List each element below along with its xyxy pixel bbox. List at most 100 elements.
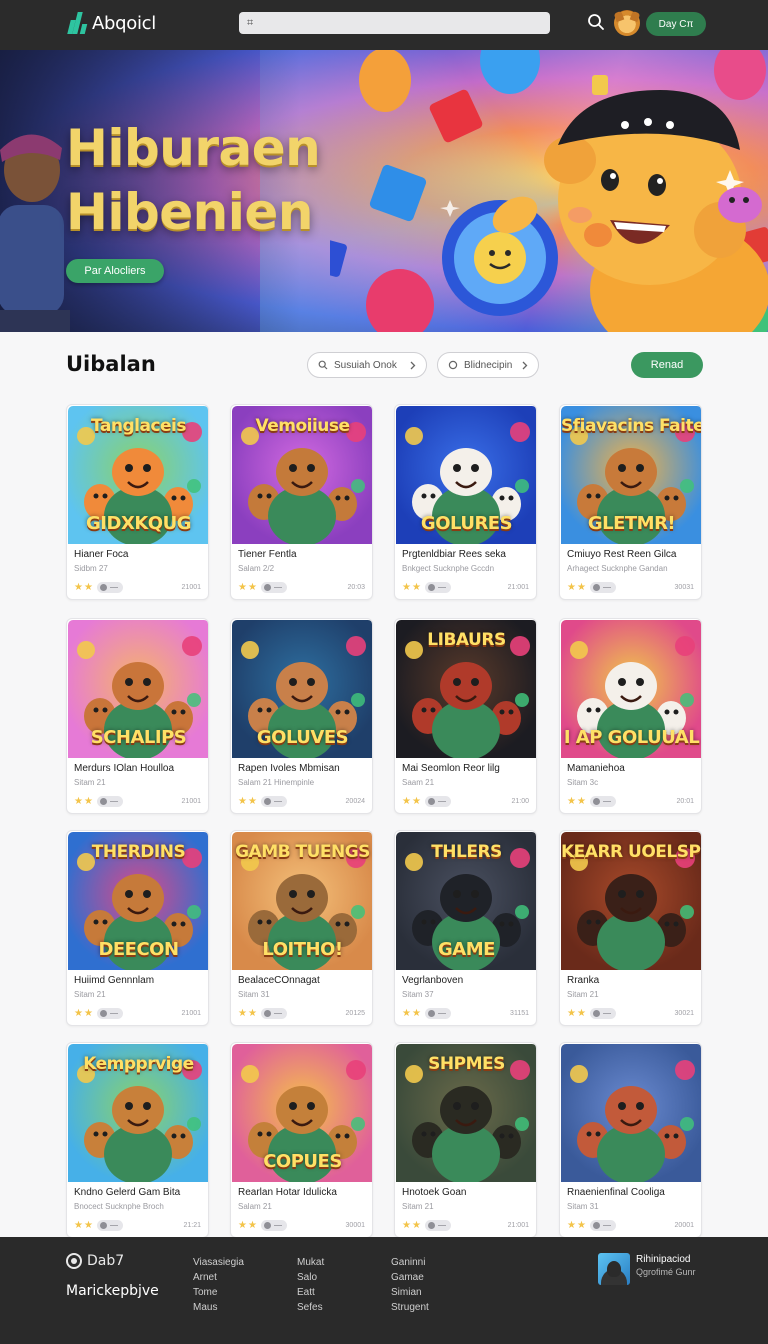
game-card-count: 21001 (181, 798, 201, 805)
game-thumbnail[interactable]: Tanglaceis GIDXKQUG (68, 406, 208, 544)
header-cta-button[interactable]: Day Cπ (646, 12, 706, 36)
game-card[interactable]: LIBAURS Mai Seomlon Reor lilg Saam 21 ★ ★ 21:… (394, 618, 537, 814)
star-icon: ★ (411, 581, 421, 593)
game-art-illustration (570, 1060, 695, 1182)
game-art-title: SHPMES (428, 1054, 505, 1074)
footer-user-avatar (598, 1253, 630, 1285)
game-art-title: LIBAURS (427, 630, 506, 650)
section-title: Uibalan (66, 352, 156, 376)
game-art-title: KEARR UOELSPRH (561, 842, 701, 862)
game-thumbnail[interactable]: KEARR UOELSPRH (561, 832, 701, 970)
game-card[interactable]: GOLURES Prgtenldbiar Rees seka Bnkgect Suc… (394, 404, 537, 600)
game-card[interactable]: THLERS GAME Vegrlanboven Sitam 37 ★ ★ 31151 (394, 830, 537, 1026)
game-card[interactable]: Tanglaceis GIDXKQUG Hianer Foca Sidbm 27 ★ ★ 2… (66, 404, 209, 600)
section-action-button[interactable]: Renad (631, 352, 703, 378)
footer-user[interactable]: Rihinipaciod Qgrofimé Gunr (598, 1253, 696, 1285)
game-card[interactable]: Rnaenienfinal Cooliga Sitam 31 ★ ★ 20001 (559, 1042, 702, 1238)
game-card[interactable]: SHPMES Hnotoek Goan Sitam 21 ★ ★ 21:001 (394, 1042, 537, 1238)
search-input[interactable] (247, 17, 542, 29)
toggle-pill[interactable] (589, 582, 616, 593)
footer-link[interactable]: Strugent (391, 1300, 429, 1315)
footer-link[interactable]: Arnet (193, 1270, 244, 1285)
brand-logo[interactable]: Abqoicl (67, 8, 156, 38)
game-card[interactable]: THERDINS DEECON Huiimd Gennnlam Sitam 21 ★ ★ 2… (66, 830, 209, 1026)
game-thumbnail[interactable]: THLERS GAME (396, 832, 536, 970)
toggle-pill[interactable] (589, 796, 616, 807)
footer-link[interactable]: Mukat (297, 1255, 324, 1270)
filter-category-pill[interactable]: Blidnecipin (437, 352, 539, 378)
game-art-logo: LOITHO! (262, 939, 343, 960)
search-icon[interactable] (587, 13, 605, 31)
footer-link[interactable]: Maus (193, 1300, 244, 1315)
game-thumbnail[interactable]: Vemoiiuse (232, 406, 372, 544)
game-card-title: Rearlan Hotar Idulicka (238, 1187, 337, 1198)
footer-link[interactable]: Sefes (297, 1300, 324, 1315)
game-thumbnail[interactable]: GOLUVES (232, 620, 372, 758)
toggle-pill[interactable] (589, 1008, 616, 1019)
toggle-pill[interactable] (96, 1008, 123, 1019)
game-art-title: Kempprvige (83, 1054, 194, 1074)
toggle-pill[interactable] (424, 1220, 451, 1231)
footer-link[interactable]: Simian (391, 1285, 429, 1300)
star-icon: ★ (247, 795, 257, 807)
toggle-pill[interactable] (260, 1008, 287, 1019)
star-icon: ★ (74, 795, 83, 807)
game-card-title: Rnaenienfinal Cooliga (567, 1187, 665, 1198)
toggle-pill[interactable] (260, 1220, 287, 1231)
game-thumbnail[interactable]: GAMB TUENGS LOITHO! (232, 832, 372, 970)
game-card[interactable]: COPUES Rearlan Hotar Idulicka Salam 21 ★ ★ 30… (230, 1042, 373, 1238)
toggle-pill[interactable] (424, 796, 451, 807)
footer-link[interactable]: Gamae (391, 1270, 429, 1285)
star-icon: ★ (247, 1007, 257, 1019)
hero-cta-button[interactable]: Par Alocliers (66, 259, 164, 283)
game-card[interactable]: GOLUVES Rapen Ivoles Mbmisan Salam 21 Hine… (230, 618, 373, 814)
toggle-pill[interactable] (96, 1220, 123, 1231)
game-card[interactable]: I AP GOLUUAL Mamaniehoa Sitam 3c ★ ★ 20:01 (559, 618, 702, 814)
game-card-title: Huiimd Gennnlam (74, 975, 155, 986)
game-card-title: Mai Seomlon Reor lilg (402, 763, 500, 774)
footer-link[interactable]: Viasasiegia (193, 1255, 244, 1270)
game-thumbnail[interactable]: THERDINS DEECON (68, 832, 208, 970)
game-thumbnail[interactable]: COPUES (232, 1044, 372, 1182)
star-icon: ★ (247, 581, 257, 593)
footer-link[interactable]: Salo (297, 1270, 324, 1285)
game-card-subtitle: Bnkgect Sucknphe Gccdn (402, 564, 495, 573)
game-card[interactable]: Sfiavacins Faiteris GLETMR! Cmiuyo Rest Re… (559, 404, 702, 600)
game-card-count: 20024 (345, 798, 365, 805)
toggle-pill[interactable] (260, 796, 287, 807)
game-card-rating: ★ ★ (402, 582, 451, 593)
game-thumbnail[interactable]: GOLURES (396, 406, 536, 544)
game-thumbnail[interactable]: SHPMES (396, 1044, 536, 1182)
filter-search-pill[interactable]: Susuiah Onok (307, 352, 427, 378)
game-thumbnail[interactable]: LIBAURS (396, 620, 536, 758)
game-art-logo: GIDXKQUG (86, 513, 191, 534)
footer-link[interactable]: Ganinni (391, 1255, 429, 1270)
game-card[interactable]: Kempprvige Kndno Gelerd Gam Bita Bnocect S… (66, 1042, 209, 1238)
game-thumbnail[interactable]: I AP GOLUUAL (561, 620, 701, 758)
footer-link[interactable]: Eatt (297, 1285, 324, 1300)
game-card-rating: ★ ★ (74, 796, 123, 807)
game-card-count: 30031 (674, 584, 694, 591)
game-thumbnail[interactable]: Kempprvige (68, 1044, 208, 1182)
toggle-pill[interactable] (96, 582, 123, 593)
footer-brand[interactable]: Dab7 (66, 1253, 124, 1269)
game-card[interactable]: KEARR UOELSPRH Rranka Sitam 21 ★★ 30021 (559, 830, 702, 1026)
game-card[interactable]: Vemoiiuse Tiener Fentla Salam 2/2 ★ ★ 20:03 (230, 404, 373, 600)
search-bar[interactable] (239, 12, 550, 34)
circle-icon (448, 360, 458, 370)
game-card[interactable]: SCHALIPS Merdurs IOlan Houlloa Sitam 21 ★ ★ 2… (66, 618, 209, 814)
game-thumbnail[interactable]: Sfiavacins Faiteris GLETMR! (561, 406, 701, 544)
toggle-pill[interactable] (424, 582, 451, 593)
chevron-right-icon (522, 361, 528, 369)
game-art-logo: I AP GOLUUAL (563, 727, 700, 748)
toggle-pill[interactable] (96, 796, 123, 807)
user-avatar[interactable] (614, 10, 640, 36)
toggle-pill[interactable] (424, 1008, 451, 1019)
game-art-logo: DEECON (98, 939, 179, 960)
game-thumbnail[interactable]: SCHALIPS (68, 620, 208, 758)
toggle-pill[interactable] (260, 582, 287, 593)
footer-link[interactable]: Tome (193, 1285, 244, 1300)
game-thumbnail[interactable] (561, 1044, 701, 1182)
game-card[interactable]: GAMB TUENGS LOITHO! BealaceCOnnagat Sitam 3… (230, 830, 373, 1026)
toggle-pill[interactable] (589, 1220, 616, 1231)
